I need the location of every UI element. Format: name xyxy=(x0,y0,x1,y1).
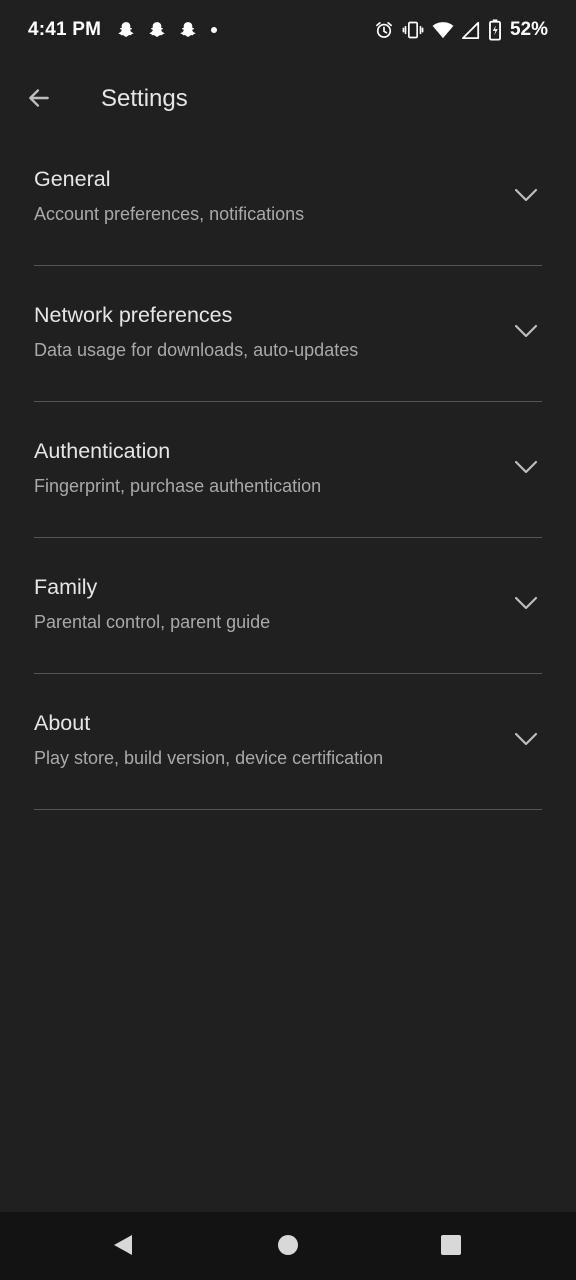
back-button[interactable] xyxy=(20,81,58,119)
settings-item-title: Family xyxy=(34,575,98,599)
dot-icon xyxy=(209,20,219,40)
nav-recents-icon xyxy=(440,1234,462,1261)
alarm-icon xyxy=(374,20,394,40)
chevron-down-icon[interactable] xyxy=(514,324,538,338)
nav-back-icon xyxy=(112,1233,134,1262)
navigation-bar xyxy=(0,1212,576,1280)
status-bar: 4:41 PM 52% xyxy=(0,0,576,62)
status-notification-icons xyxy=(116,20,219,40)
arrow-back-icon xyxy=(26,85,52,116)
status-time: 4:41 PM xyxy=(28,19,102,40)
nav-recents-button[interactable] xyxy=(438,1234,464,1260)
signal-icon xyxy=(461,20,480,40)
settings-item-subtitle: Data usage for downloads, auto-updates xyxy=(34,340,359,360)
chevron-down-icon[interactable] xyxy=(514,188,538,202)
settings-item-subtitle: Account preferences, notifications xyxy=(34,204,305,224)
settings-item-subtitle: Fingerprint, purchase authentication xyxy=(34,476,322,496)
chevron-down-icon[interactable] xyxy=(514,732,538,746)
settings-list: General Account preferences, notificatio… xyxy=(34,130,542,810)
app-bar: Settings xyxy=(0,62,576,138)
settings-item-subtitle: Play store, build version, device certif… xyxy=(34,748,384,768)
snapchat-icon xyxy=(116,20,136,40)
settings-item-title: Authentication xyxy=(34,439,171,463)
nav-home-icon xyxy=(277,1234,299,1261)
wifi-icon xyxy=(432,20,454,40)
settings-item-title: General xyxy=(34,167,111,191)
status-system-icons: 52% xyxy=(374,19,548,41)
chevron-down-icon[interactable] xyxy=(514,596,538,610)
settings-item-subtitle: Parental control, parent guide xyxy=(34,612,271,632)
battery-charging-icon xyxy=(488,19,502,41)
settings-item-network-preferences[interactable]: Network preferences Data usage for downl… xyxy=(34,266,542,402)
battery-percent: 52% xyxy=(509,19,548,40)
settings-item-authentication[interactable]: Authentication Fingerprint, purchase aut… xyxy=(34,402,542,538)
snapchat-icon xyxy=(147,20,167,40)
page-title: Settings xyxy=(101,85,188,112)
settings-item-title: About xyxy=(34,711,91,735)
settings-item-family[interactable]: Family Parental control, parent guide xyxy=(34,538,542,674)
nav-home-button[interactable] xyxy=(275,1234,301,1260)
settings-item-general[interactable]: General Account preferences, notificatio… xyxy=(34,130,542,266)
chevron-down-icon[interactable] xyxy=(514,460,538,474)
settings-item-about[interactable]: About Play store, build version, device … xyxy=(34,674,542,810)
nav-back-button[interactable] xyxy=(110,1234,136,1260)
vibrate-icon xyxy=(402,20,424,40)
settings-item-title: Network preferences xyxy=(34,303,233,327)
snapchat-icon xyxy=(178,20,198,40)
